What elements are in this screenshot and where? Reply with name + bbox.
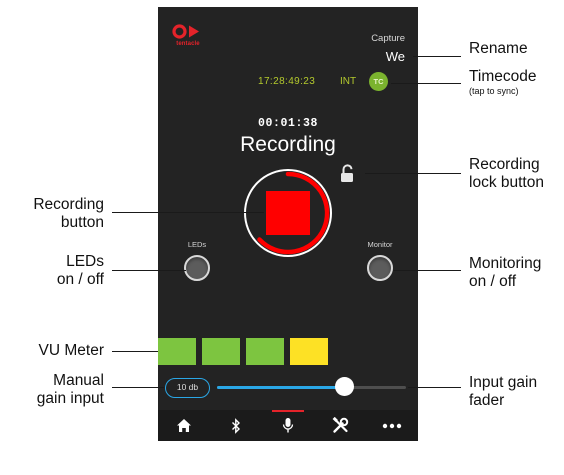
logo-mark-icon [172,24,199,39]
tc-sync-button[interactable]: TC [369,72,388,91]
vu-meter [158,338,418,365]
more-icon [382,423,402,428]
tab-settings[interactable] [314,410,366,441]
record-button[interactable] [242,167,334,259]
callout-recording-lock: Recording lock button [469,156,544,191]
bottom-tab-bar [158,410,418,441]
tab-more[interactable] [366,410,418,441]
rename-field[interactable]: We [386,49,405,64]
callout-timecode-title: Timecode [469,68,537,85]
monitor-toggle[interactable] [367,255,393,281]
callout-line-monitor [393,270,461,271]
vu-segment-green [202,338,240,365]
callout-line-gain-input [112,387,164,388]
timecode-source: INT [340,76,357,87]
tab-home[interactable] [158,410,210,441]
record-stop-square [266,191,310,235]
gain-fader-track[interactable] [217,386,406,389]
callout-line-rename [413,56,461,57]
unlock-icon[interactable] [339,164,357,184]
tab-active-indicator [272,410,304,412]
timecode-display[interactable]: 17:28:49:23 [258,76,315,87]
callout-input-gain: Input gain fader [469,374,538,409]
elapsed-time: 00:01:38 [257,117,318,130]
callout-manual-gain: Manual gain input [36,372,104,407]
callout-line-leds [112,270,186,271]
callout-timecode: Timecode (tap to sync) [469,68,536,97]
tab-microphone[interactable] [262,410,314,441]
callout-line-fader [408,387,461,388]
leds-toggle[interactable] [184,255,210,281]
capture-label: Capture [371,33,405,44]
tab-bluetooth[interactable] [210,410,262,441]
tools-icon [332,417,348,433]
callout-vu-meter: VU Meter [38,342,104,359]
monitor-label: Monitor [367,240,393,249]
callout-line-timecode [391,83,461,84]
callout-line-record [112,212,264,213]
callout-monitoring: Monitoring on / off [469,255,542,290]
callout-recording-button: Recording button [33,196,104,231]
gain-fader-fill [217,386,344,389]
callout-line-lock [365,173,461,174]
callout-rename: Rename [469,40,528,57]
callout-line-vu [112,351,158,352]
microphone-icon [282,418,294,433]
gain-input[interactable]: 10 db [165,378,210,398]
callout-leds: LEDs on / off [56,253,104,288]
callout-timecode-sub: (tap to sync) [469,86,519,96]
vu-segment-green [246,338,284,365]
phone-screen: tentacle Capture We 17:28:49:23 INT TC 0… [158,7,418,441]
vu-segment-green [158,338,196,365]
home-icon [177,419,191,432]
logo-text: tentacle [176,41,200,47]
leds-label: LEDs [187,240,207,249]
bluetooth-icon [232,417,240,434]
brand-logo: tentacle [168,24,208,50]
recording-status: Recording [240,133,336,156]
gain-fader-thumb[interactable] [334,377,354,396]
vu-segment-yellow [290,338,328,365]
